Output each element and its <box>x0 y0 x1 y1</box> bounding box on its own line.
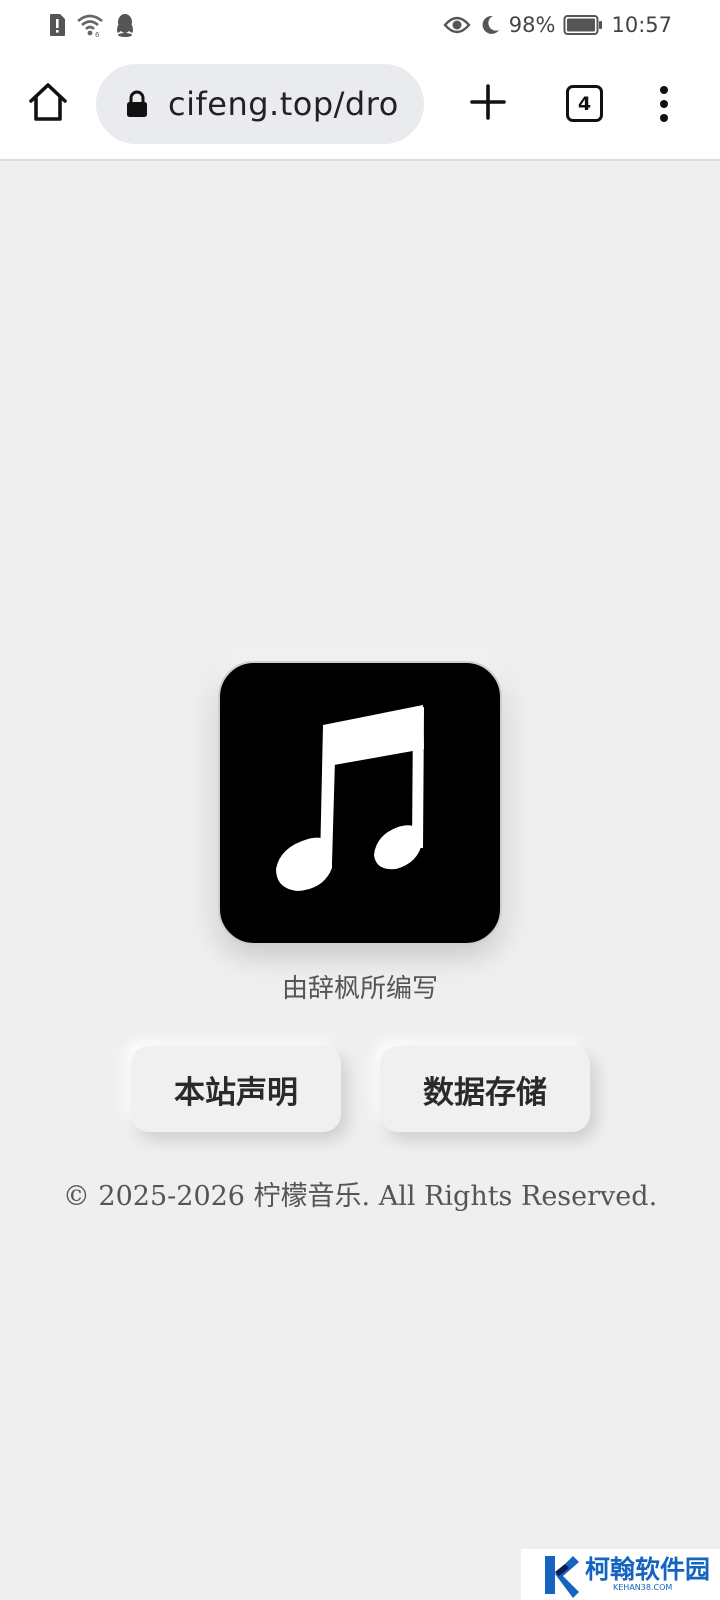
status-bar: 6 98% 10:57 <box>0 0 720 50</box>
home-icon <box>29 83 67 121</box>
svg-text:6: 6 <box>95 31 100 37</box>
new-tab-button[interactable] <box>468 82 508 122</box>
alert-sim-icon <box>48 13 66 37</box>
tab-count: 4 <box>577 92 592 115</box>
lock-icon <box>127 90 147 117</box>
watermark-text: 柯翰软件园 KEHAN38.COM <box>585 1557 710 1592</box>
watermark: 柯翰软件园 KEHAN38.COM <box>521 1549 720 1600</box>
battery-icon <box>563 14 603 36</box>
url-text[interactable]: cifeng.top/dro <box>168 85 399 123</box>
data-storage-label: 数据存储 <box>423 1074 547 1111</box>
qq-icon <box>114 13 136 37</box>
site-notice-button[interactable]: 本站声明 <box>131 1046 341 1132</box>
browser-toolbar: cifeng.top/dro 4 <box>0 50 720 161</box>
moon-icon <box>479 14 501 36</box>
wifi-icon: 6 <box>76 13 104 37</box>
clock: 10:57 <box>611 13 672 37</box>
battery-percent: 98% <box>508 13 556 37</box>
data-storage-button[interactable]: 数据存储 <box>380 1046 590 1132</box>
status-left-icons: 6 <box>48 13 136 37</box>
plus-icon <box>470 84 506 120</box>
status-right-icons: 98% 10:57 <box>443 13 672 37</box>
more-vert-icon <box>660 86 668 122</box>
home-button[interactable] <box>26 80 70 124</box>
more-menu-button[interactable] <box>654 84 674 124</box>
watermark-subtitle: KEHAN38.COM <box>613 1583 673 1592</box>
eye-icon <box>443 15 471 35</box>
music-note-icon <box>276 705 424 891</box>
copyright-text: © 2025-2026 柠檬音乐. All Rights Reserved. <box>62 1181 658 1212</box>
app-logo <box>218 661 502 945</box>
author-text: 由辞枫所编写 <box>281 974 438 1004</box>
address-bar[interactable]: cifeng.top/dro <box>96 64 424 144</box>
watermark-logo-icon <box>545 1555 579 1598</box>
site-notice-label: 本站声明 <box>174 1074 298 1111</box>
tab-switcher-button[interactable]: 4 <box>566 85 603 122</box>
watermark-title: 柯翰软件园 <box>585 1555 711 1584</box>
